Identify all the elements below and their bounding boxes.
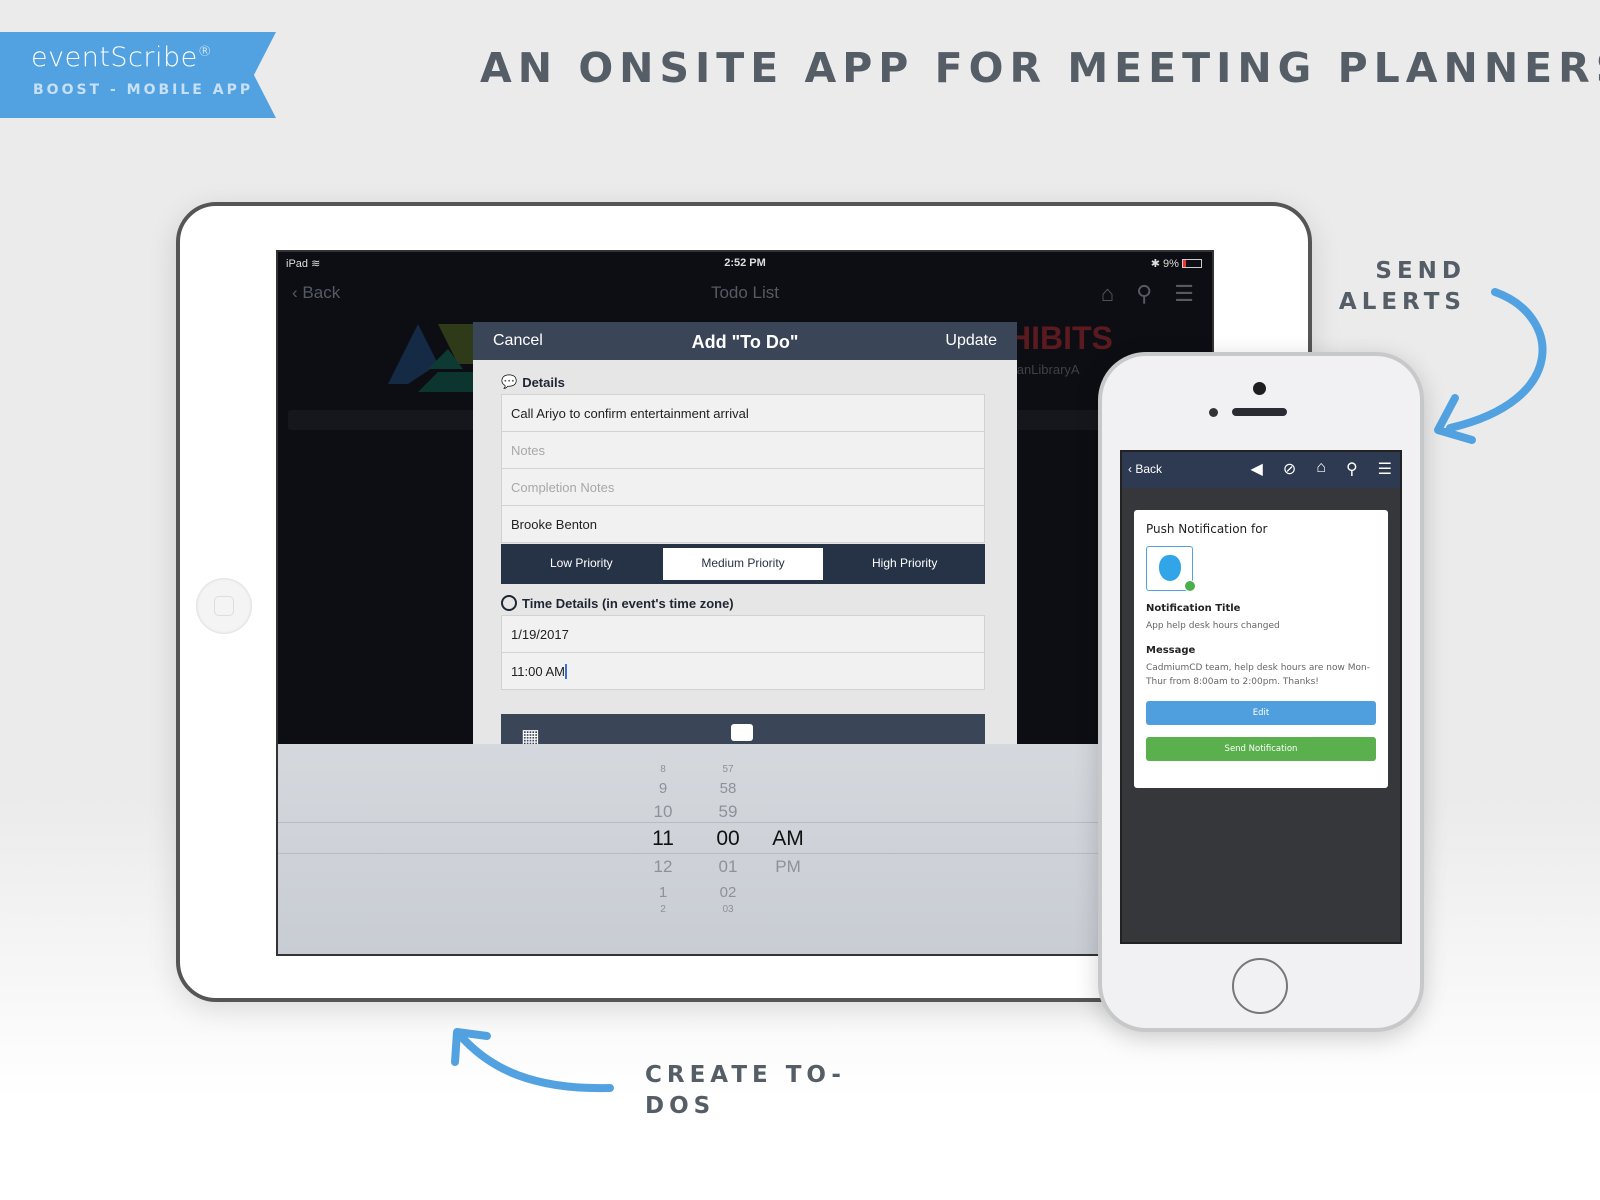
bluetooth-icon: ✱ [1150,258,1160,270]
details-section-label: 💬 Details [501,374,565,390]
brand-text: eventScribe [31,42,198,73]
picker-item: 9 [658,780,668,797]
home-icon[interactable]: ⌂ [1101,281,1114,307]
add-todo-modal: Cancel Add "To Do" Update 💬 Details Call … [473,322,1017,762]
time-value: 11:00 AM [511,664,565,679]
picker-item: 59 [718,802,738,821]
search-icon[interactable]: ⚲ [1346,459,1358,479]
completion-notes-field[interactable]: Completion Notes [501,468,985,506]
apple-icon [1159,555,1181,581]
chat-bubbles-icon: 💬 [501,374,518,389]
battery-status: ✱ 9% [1151,257,1202,270]
picker-item: 58 [719,780,737,797]
picker-item-selected: 11 [652,827,674,850]
time-field[interactable]: 11:00 AM [501,652,985,690]
notes-field[interactable]: Notes [501,431,985,469]
picker-item: 10 [653,802,673,821]
picker-item-selected: AM [772,827,804,850]
priority-selector: Low Priority Medium Priority High Priori… [501,544,985,584]
ipad-home-button[interactable] [196,578,252,634]
modal-header: Cancel Add "To Do" Update [473,322,1017,360]
page-headline: AN ONSITE APP FOR MEETING PLANNERS! [480,44,1600,92]
curved-arrow-icon [451,1028,614,1093]
assignee-field[interactable]: Brooke Benton [501,505,985,543]
picker-item-selected: 00 [716,827,740,850]
picker-item: 02 [719,884,737,901]
registered-mark: ® [197,44,213,60]
menu-icon[interactable]: ☰ [1174,281,1194,307]
check-badge-icon [1184,580,1196,592]
chevron-left-icon: ‹ [1128,462,1132,476]
callout-create-todos: CREATE TO-DOS [645,1062,846,1119]
time-picker[interactable]: 8 9 10 11 12 1 2 57 58 59 00 01 02 03 AM… [278,744,1212,954]
compass-icon[interactable]: ⊘ [1283,459,1296,479]
modal-title: Add "To Do" [691,332,799,352]
priority-high[interactable]: High Priority [824,548,985,580]
prev-arrow-icon[interactable]: ◀ [1251,459,1263,479]
nav-title: Todo List [710,283,780,302]
task-field[interactable]: Call Ariyo to confirm entertainment arri… [501,394,985,432]
front-camera [1253,382,1266,395]
notification-title-value: App help desk hours changed [1146,621,1280,631]
iphone-screen: ‹ Back ◀ ⊘ ⌂ ⚲ ☰ Push Notification for N… [1120,450,1402,944]
earpiece-speaker [1232,408,1287,416]
notification-title-label: Notification Title [1146,603,1241,614]
proximity-sensor [1209,408,1218,417]
iphone-home-button[interactable] [1232,958,1288,1014]
send-notification-button[interactable]: Send Notification [1146,737,1376,761]
text-cursor [564,664,567,679]
picker-item: 57 [722,764,734,775]
edit-button[interactable]: Edit [1146,701,1376,725]
ipad-screen: iPad ≋ 2:52 PM ✱ 9% ‹ Back Todo List ⌂ ⚲… [276,250,1214,956]
picker-item: PM [775,857,801,876]
curved-arrow-icon [1434,288,1547,444]
push-notification-card: Push Notification for Notification Title… [1134,510,1388,788]
back-button[interactable]: ‹ Back [1128,462,1162,476]
picker-item: 8 [660,764,666,775]
apple-platform-toggle[interactable] [1146,546,1196,592]
ipad-navbar: ‹ Back Todo List ⌂ ⚲ ☰ [278,274,1212,314]
iphone-navbar: ‹ Back ◀ ⊘ ⌂ ⚲ ☰ [1122,452,1400,488]
picker-item: 01 [718,857,738,876]
home-icon[interactable]: ⌂ [1316,459,1326,479]
date-field[interactable]: 1/19/2017 [501,615,985,653]
card-heading: Push Notification for [1146,522,1268,536]
time-section-label: Time Details (in event's time zone) [501,595,734,611]
brand-banner: eventScribe® BOOST - MOBILE APP [0,32,276,118]
priority-medium[interactable]: Medium Priority [662,548,824,580]
search-icon[interactable]: ⚲ [1136,281,1152,307]
status-bar: iPad ≋ 2:52 PM ✱ 9% [278,252,1212,274]
update-button[interactable]: Update [945,332,997,350]
picker-item: 03 [722,904,734,915]
menu-icon[interactable]: ☰ [1378,459,1392,479]
brand-name: eventScribe® [31,42,212,73]
message-value: CadmiumCD team, help desk hours are now … [1146,663,1370,687]
status-time: 2:52 PM [724,257,766,269]
picker-item: 2 [660,904,666,915]
battery-icon [1182,259,1202,268]
background-banner-text: HIBITS [1008,320,1113,356]
brand-subtitle: BOOST - MOBILE APP [33,82,254,98]
priority-low[interactable]: Low Priority [501,548,662,580]
camera-icon[interactable] [731,724,753,741]
picker-item: 1 [658,884,668,901]
message-label: Message [1146,645,1196,656]
picker-item: 12 [653,857,673,876]
clock-icon [501,595,517,611]
